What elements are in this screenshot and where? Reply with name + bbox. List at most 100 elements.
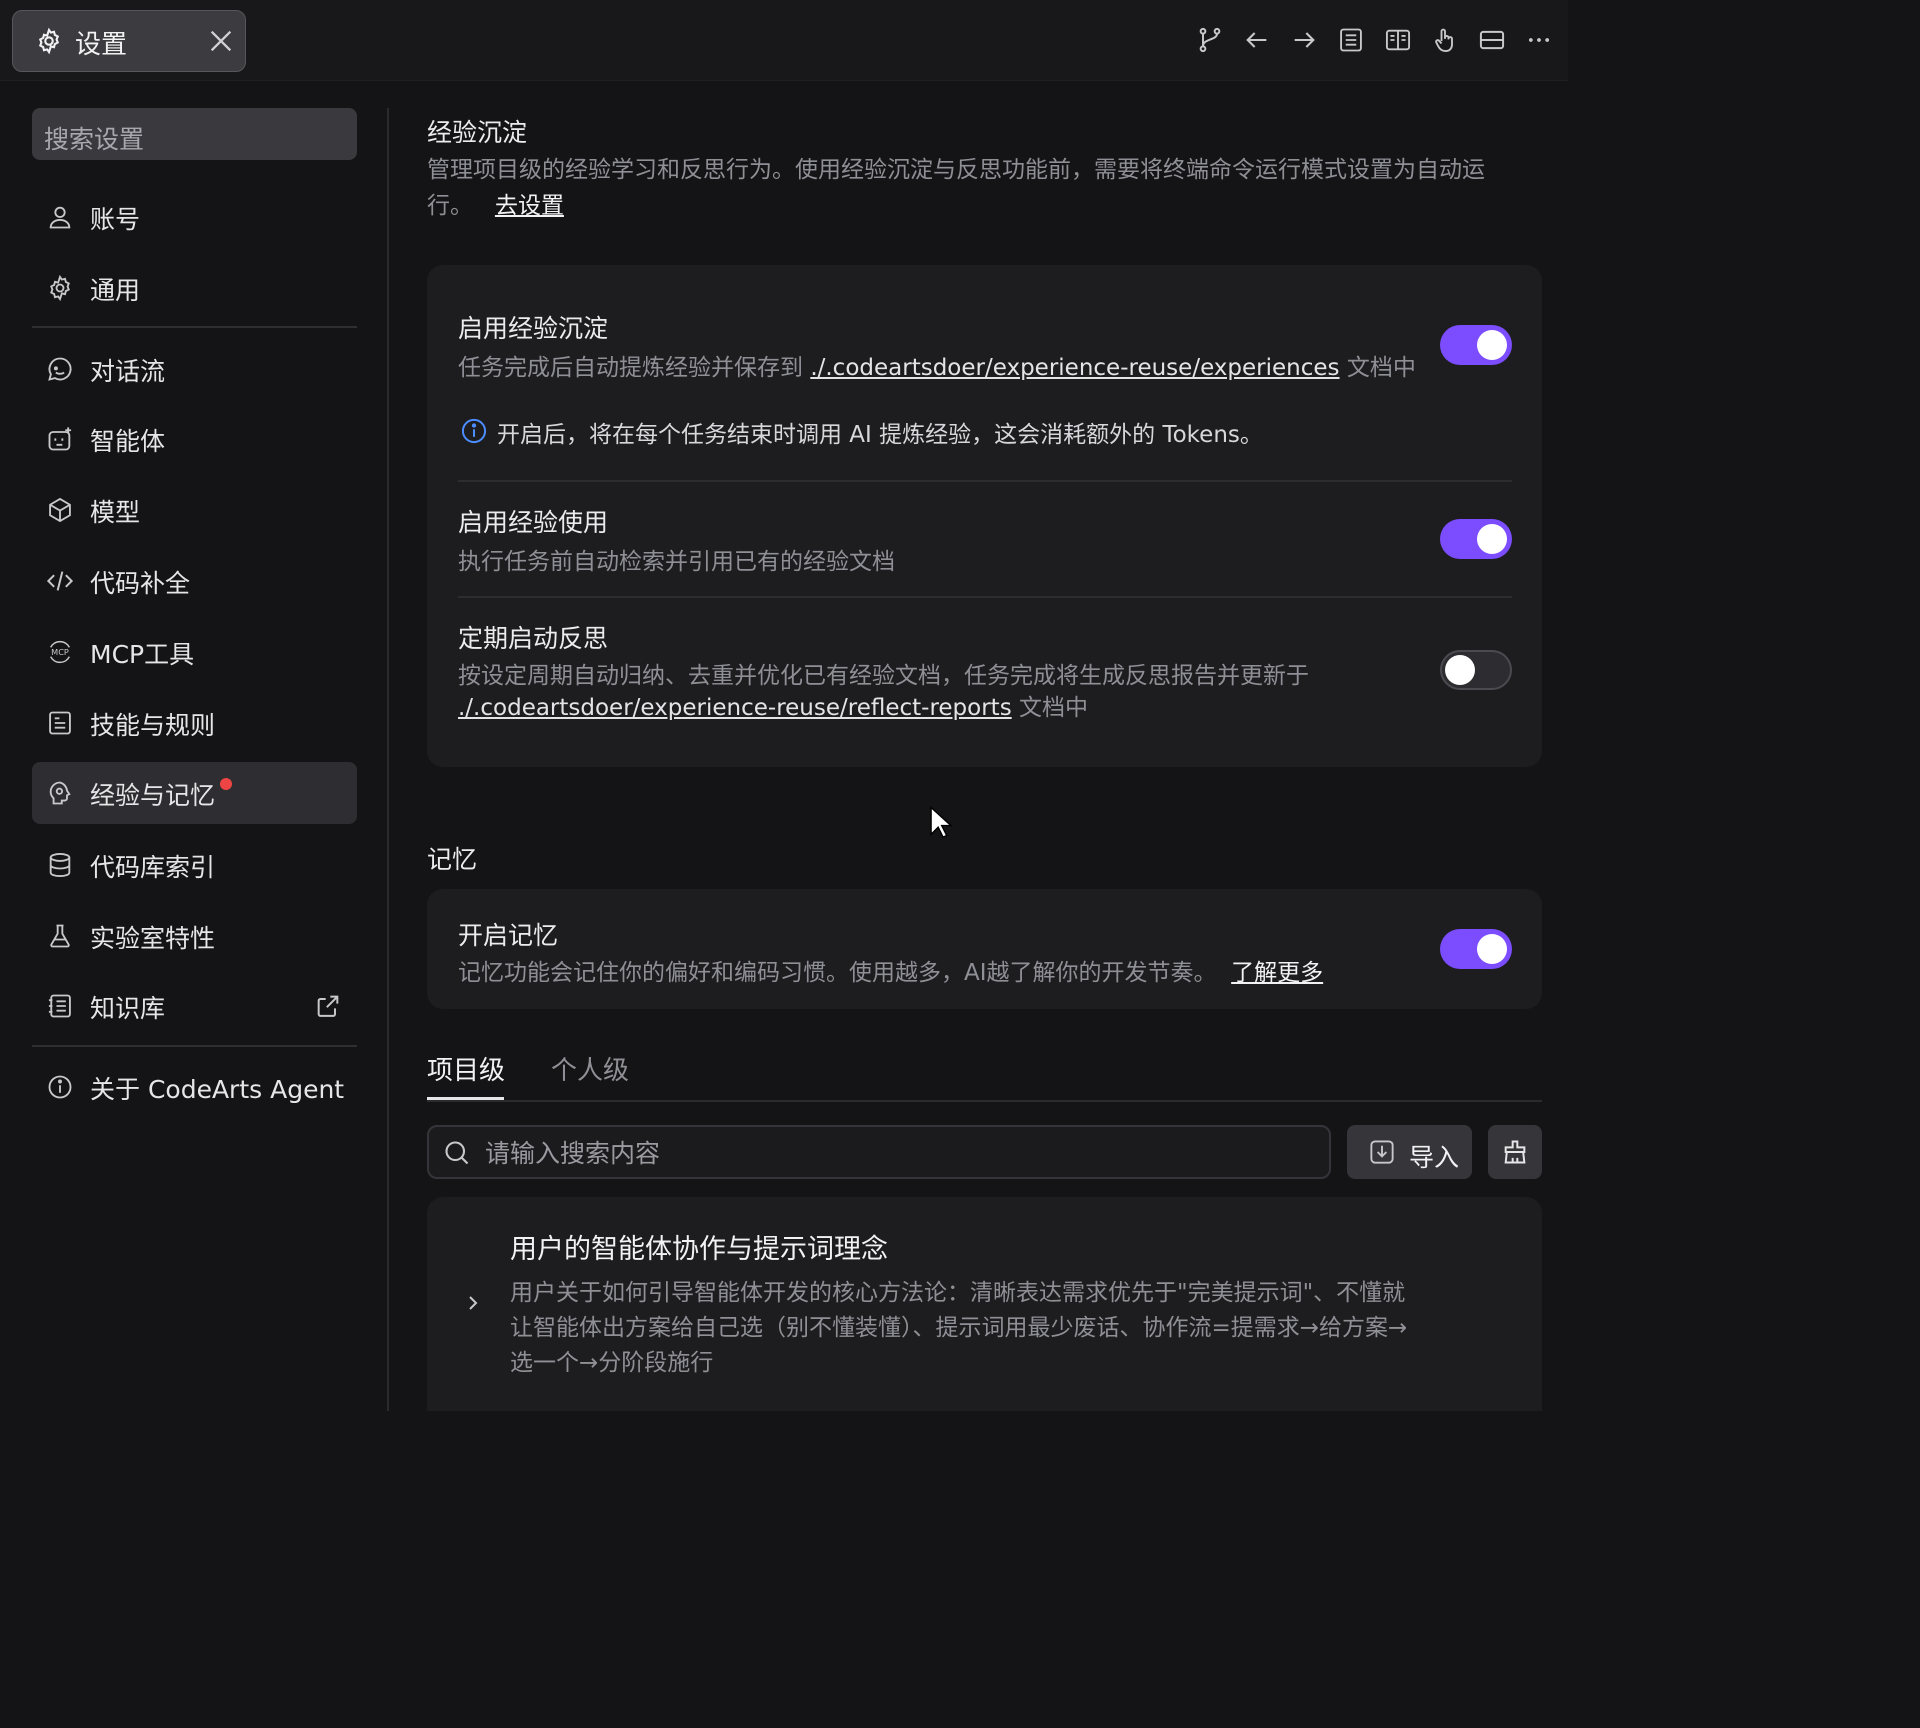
mcp-icon: MCP — [49, 640, 71, 664]
sidebar-divider — [387, 108, 389, 1411]
sidebar-item-codebase-index[interactable]: 代码库索引 — [32, 834, 357, 896]
sidebar-item-about[interactable]: 关于 CodeArts Agent — [32, 1056, 357, 1118]
setting-description: 执行任务前自动检索并引用已有的经验文档 — [458, 549, 895, 575]
row-divider — [458, 596, 1512, 598]
database-icon — [49, 852, 71, 878]
chevron-right-icon[interactable] — [461, 1291, 485, 1315]
info-icon — [48, 1075, 72, 1099]
memory-entry-body: 用户关于如何引导智能体开发的核心方法论：清晰表达需求优先于"完美提示词"、不懂就… — [510, 1280, 1408, 1376]
reflect-reports-path-link[interactable]: ./.codeartsdoer/experience-reuse/reflect… — [458, 695, 1012, 721]
setting-title: 启用经验沉淀 — [458, 314, 609, 343]
sidebar-item-label: 账号 — [90, 205, 141, 234]
sidebar-item-label: 知识库 — [90, 994, 166, 1023]
memory-card: 开启记忆 记忆功能会记住你的偏好和编码习惯。使用越多，AI越了解你的开发节奏。 … — [427, 889, 1542, 1009]
search-icon — [445, 1141, 469, 1165]
enable-experience-use-toggle[interactable] — [1440, 519, 1512, 559]
notification-badge — [220, 778, 232, 790]
sidebar-item-model[interactable]: 模型 — [32, 479, 357, 541]
toggle-knob — [1477, 330, 1507, 360]
sidebar-item-code-completion[interactable]: 代码补全 — [32, 550, 357, 612]
sidebar-item-label: 代码补全 — [90, 569, 191, 598]
token-note: 开启后，将在每个任务结束时调用 AI 提炼经验，这会消耗额外的 Tokens。 — [497, 422, 1263, 448]
sidebar-item-label: 模型 — [90, 498, 141, 527]
sidebar-item-skills-rules[interactable]: 技能与规则 — [32, 692, 357, 754]
sidebar-separator — [32, 326, 357, 328]
document-icon[interactable] — [1337, 26, 1365, 54]
sidebar-item-agent[interactable]: 智能体 — [32, 408, 357, 470]
gear-icon — [50, 274, 70, 302]
toggle-knob — [1445, 655, 1475, 685]
sidebar-item-label: 对话流 — [90, 357, 166, 386]
toggle-knob — [1477, 524, 1507, 554]
sidebar-item-mcp-tools[interactable]: MCP MCP工具 — [32, 621, 357, 683]
experience-heading: 经验沉淀 — [427, 118, 528, 147]
sidebar-item-account[interactable]: 账号 — [32, 186, 357, 248]
info-icon — [461, 418, 487, 444]
memory-heading: 记忆 — [427, 845, 478, 874]
settings-tab[interactable]: 设置 — [12, 10, 246, 72]
setting-description: 任务完成后自动提炼经验并保存到 ./.codeartsdoer/experien… — [458, 355, 1416, 381]
sidebar-item-label: 通用 — [90, 276, 141, 305]
svg-text:MCP: MCP — [51, 647, 69, 657]
row-divider — [458, 480, 1512, 482]
sidebar-item-label: 关于 CodeArts Agent — [90, 1075, 345, 1104]
enable-experience-toggle[interactable] — [1440, 325, 1512, 365]
book-icon[interactable] — [1384, 26, 1412, 54]
sidebar-item-label: 代码库索引 — [90, 853, 216, 882]
settings-search-input[interactable]: 搜索设置 — [32, 108, 357, 160]
memory-search-input[interactable] — [483, 1135, 1287, 1171]
memory-entry-card[interactable]: 用户的智能体协作与提示词理念 用户关于如何引导智能体开发的核心方法论：清晰表达需… — [427, 1197, 1542, 1411]
experiences-path-link[interactable]: ./.codeartsdoer/experience-reuse/experie… — [810, 355, 1339, 381]
sidebar-item-general[interactable]: 通用 — [32, 257, 357, 319]
tab-title: 设置 — [75, 30, 128, 60]
external-link-icon[interactable] — [314, 992, 342, 1020]
hand-pointer-icon[interactable] — [1431, 26, 1459, 54]
arrow-right-icon[interactable] — [1290, 26, 1318, 54]
sidebar-item-label: 实验室特性 — [90, 924, 216, 953]
sidebar-item-knowledge-base[interactable]: 知识库 — [32, 975, 357, 1037]
experience-card: 启用经验沉淀 任务完成后自动提炼经验并保存到 ./.codeartsdoer/e… — [427, 265, 1542, 767]
clear-button[interactable] — [1488, 1125, 1542, 1179]
setting-description: 按设定周期自动归纳、去重并优化已有经验文档，任务完成将生成反思报告并更新于 ./.… — [458, 663, 1309, 721]
model-icon — [49, 497, 71, 523]
arrow-left-icon[interactable] — [1243, 26, 1271, 54]
enable-memory-toggle[interactable] — [1440, 929, 1512, 969]
gear-icon — [38, 27, 60, 55]
memory-entry-title: 用户的智能体协作与提示词理念 — [510, 1234, 888, 1265]
sidebar-item-label: MCP工具 — [90, 640, 195, 669]
sidebar-item-experience-memory[interactable]: 经验与记忆 — [32, 762, 357, 824]
import-icon — [1370, 1140, 1394, 1164]
source-control-icon[interactable] — [1196, 26, 1224, 54]
code-icon — [46, 571, 74, 591]
learn-more-link[interactable]: 了解更多 — [1231, 960, 1323, 986]
flask-icon — [50, 924, 70, 948]
knowledge-icon — [48, 994, 71, 1018]
more-icon[interactable] — [1525, 26, 1553, 54]
split-icon[interactable] — [1478, 26, 1506, 54]
brain-icon — [49, 781, 71, 805]
sidebar-item-lab-features[interactable]: 实验室特性 — [32, 905, 357, 967]
experience-description: 管理项目级的经验学习和反思行为。使用经验沉淀与反思功能前，需要将终端命令运行模式… — [427, 157, 1485, 219]
broom-icon — [1504, 1140, 1526, 1164]
tab-personal-level[interactable]: 个人级 — [551, 1050, 629, 1087]
user-icon — [49, 206, 71, 229]
import-button[interactable]: 导入 — [1347, 1125, 1472, 1179]
sidebar-item-chat-flow[interactable]: 对话流 — [32, 338, 357, 400]
tab-project-level[interactable]: 项目级 — [427, 1050, 505, 1087]
setting-description: 记忆功能会记住你的偏好和编码习惯。使用越多，AI越了解你的开发节奏。 了解更多 — [458, 960, 1324, 986]
setting-title: 启用经验使用 — [458, 508, 609, 537]
sidebar-item-label: 经验与记忆 — [90, 781, 216, 810]
mouse-cursor-icon — [930, 806, 953, 839]
tabs-divider — [427, 1100, 1542, 1102]
chat-icon — [48, 357, 72, 381]
rules-icon — [49, 711, 71, 735]
close-icon[interactable] — [207, 27, 235, 55]
sidebar-separator — [32, 1045, 357, 1047]
sidebar-item-label: 智能体 — [90, 427, 166, 456]
memory-search-box[interactable] — [427, 1125, 1331, 1179]
periodic-reflection-toggle[interactable] — [1440, 650, 1512, 690]
sidebar-item-label: 技能与规则 — [90, 711, 216, 740]
setting-title: 开启记忆 — [458, 921, 559, 950]
goto-settings-link[interactable]: 去设置 — [495, 193, 564, 219]
import-label: 导入 — [1409, 1143, 1460, 1172]
